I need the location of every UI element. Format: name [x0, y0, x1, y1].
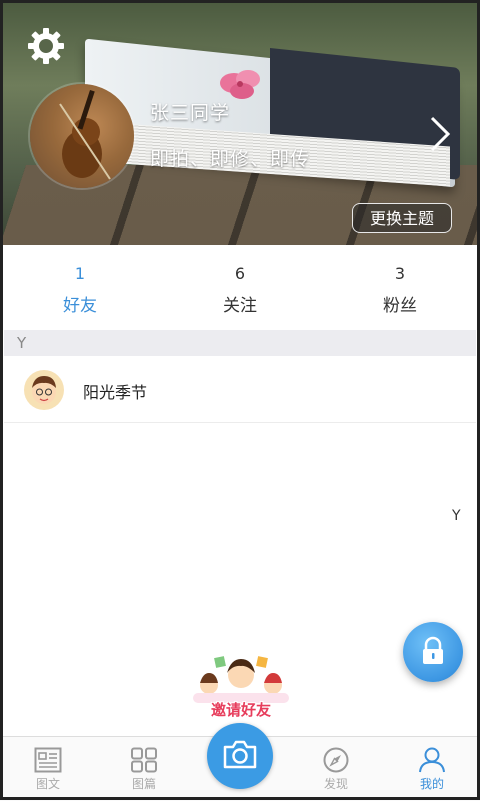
grid-icon — [131, 747, 157, 773]
document-icon — [34, 747, 62, 773]
stat-friends[interactable]: 1 好友 — [0, 245, 160, 330]
chevron-right-icon[interactable] — [428, 116, 452, 152]
change-theme-button[interactable]: 更换主题 — [352, 203, 452, 233]
stat-count: 1 — [74, 263, 86, 283]
nav-item-posts[interactable]: 图文 — [0, 737, 96, 801]
invite-friends-button[interactable]: 邀请好友 — [185, 655, 297, 721]
stat-label: 关注 — [223, 295, 257, 316]
nav-item-discover[interactable]: 发现 — [288, 737, 384, 801]
avatar[interactable] — [30, 84, 134, 188]
lock-icon — [423, 636, 443, 664]
list-item[interactable]: 阳光季节 — [4, 357, 476, 423]
stat-count: 3 — [394, 263, 406, 283]
camera-icon — [223, 740, 257, 769]
lock-button[interactable] — [403, 622, 463, 682]
stats-bar: 1 好友 6 关注 3 粉丝 — [0, 245, 480, 330]
person-icon — [419, 747, 445, 773]
stat-label: 粉丝 — [383, 295, 417, 316]
camera-button[interactable] — [207, 723, 273, 789]
cartoon-face-icon — [32, 376, 56, 404]
invite-friends-icon — [193, 656, 289, 703]
nav-item-me[interactable]: 我的 — [384, 737, 480, 801]
violin-icon — [30, 84, 134, 188]
nav-label: 我的 — [419, 777, 444, 791]
friend-name: 阳光季节 — [83, 383, 148, 402]
stat-count: 6 — [234, 263, 246, 283]
compass-icon — [323, 747, 349, 773]
nav-item-albums[interactable]: 图篇 — [96, 737, 192, 801]
friend-avatar — [24, 370, 64, 410]
nav-label: 图篇 — [131, 777, 156, 791]
profile-header: 张三同学 即拍、即修、即传 更换主题 — [0, 0, 480, 245]
nav-label: 图文 — [35, 777, 60, 791]
stat-fans[interactable]: 3 粉丝 — [320, 245, 480, 330]
section-header: Y — [4, 330, 476, 356]
profile-slogan: 即拍、即修、即传 — [150, 148, 311, 170]
nav-label: 发现 — [323, 777, 348, 791]
invite-label: 邀请好友 — [210, 701, 271, 719]
gear-icon[interactable] — [26, 26, 66, 66]
username: 张三同学 — [150, 102, 231, 124]
stat-following[interactable]: 6 关注 — [160, 245, 320, 330]
index-bar-letter[interactable]: Y — [452, 508, 461, 524]
stat-label: 好友 — [63, 295, 97, 316]
